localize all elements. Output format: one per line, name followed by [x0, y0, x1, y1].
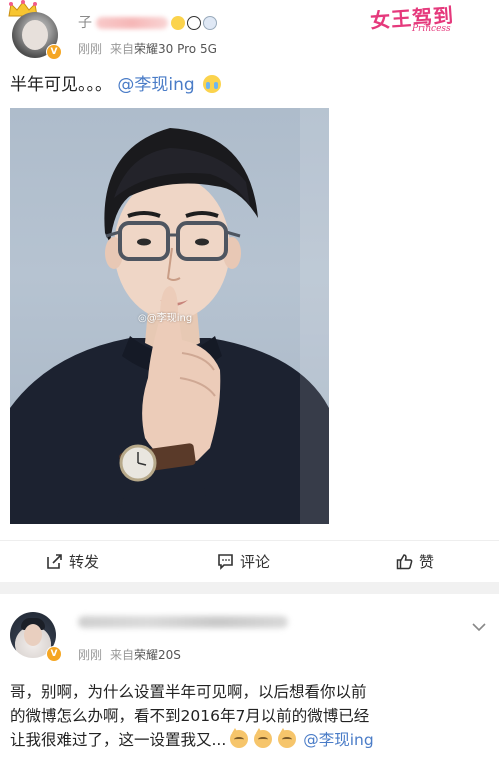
thumbs-up-icon	[396, 554, 413, 570]
crying-face-icon	[203, 75, 222, 93]
repost-button[interactable]: 转发	[46, 552, 99, 572]
source-device[interactable]: 荣耀30 Pro 5G	[134, 42, 217, 56]
post-meta-2: 刚刚 来自荣耀20S	[78, 646, 181, 663]
comment-label: 评论	[240, 553, 271, 571]
image-watermark: ◎@李现ing	[138, 309, 192, 324]
post-meta-1: 刚刚 来自荣耀30 Pro 5G	[78, 40, 217, 57]
post-image[interactable]: ◎@李现ing	[10, 108, 329, 524]
mention-link[interactable]: @李现ing	[303, 731, 373, 749]
post-time: 刚刚	[78, 42, 103, 56]
author-badges	[171, 14, 219, 32]
post-text-line: 的微博怎么办啊，看不到2016年7月以前的微博已经	[10, 707, 370, 725]
logo-sub-text: Princess	[412, 24, 451, 34]
comment-button[interactable]: 评论	[217, 552, 270, 572]
like-label: 赞	[419, 553, 435, 571]
weibo-logo-icon: ◎	[138, 313, 147, 324]
source-device[interactable]: 荣耀20S	[134, 648, 181, 662]
panda-icon	[187, 16, 201, 30]
like-button[interactable]: 赞	[396, 552, 434, 572]
author-avatar-1[interactable]: V	[6, 0, 66, 62]
source-prefix: 来自	[110, 648, 135, 662]
post-text-line: 哥，别啊，为什么设置半年可见啊，以后想看你以前	[10, 683, 367, 701]
repost-label: 转发	[69, 553, 100, 571]
weibo-post-2: V 刚刚 来自荣耀20S 哥，别啊，为什么设置半年可见啊，以后想看你以前 的微博怎…	[0, 594, 499, 757]
blurred-author-name	[96, 17, 168, 29]
cat-face-icon	[278, 728, 297, 748]
post-text: 让我很难过了，这一设置我又...	[10, 731, 227, 749]
image-watermark-text: @李现ing	[146, 313, 193, 324]
surprised-face-icon	[171, 16, 185, 30]
author-name-1[interactable]: 子	[78, 14, 219, 32]
post-text-line-3: 让我很难过了，这一设置我又... @李现ing	[10, 728, 494, 752]
feed-divider	[0, 582, 499, 594]
weibo-post-1: V 子 刚刚 来自荣耀30 Pro 5G 女王驾到 Princess 半年可见。。…	[0, 0, 499, 580]
mention-link[interactable]: @李现ing	[117, 75, 194, 95]
chevron-down-icon[interactable]	[472, 622, 486, 632]
cat-face-icon	[230, 728, 249, 748]
source-prefix: 来自	[110, 42, 135, 56]
repost-icon	[47, 554, 62, 569]
post-text: 半年可见。。。	[10, 75, 112, 95]
watermark-logo: 女王驾到 Princess	[364, 2, 494, 38]
verified-badge-icon: V	[46, 44, 62, 60]
blurred-author-name-2[interactable]	[78, 616, 288, 628]
post-content-2: 哥，别啊，为什么设置半年可见啊，以后想看你以前 的微博怎么办啊，看不到2016年…	[10, 680, 494, 752]
diamond-icon	[203, 16, 217, 30]
post-time: 刚刚	[78, 648, 103, 662]
post-content-1: 半年可见。。。 @李现ing	[10, 73, 222, 97]
author-name-char: 子	[78, 15, 92, 31]
action-bar-1: 转发 评论 赞	[0, 540, 499, 583]
verified-badge-icon: V	[46, 646, 62, 662]
comment-icon	[218, 554, 233, 570]
cat-face-icon	[254, 728, 273, 748]
